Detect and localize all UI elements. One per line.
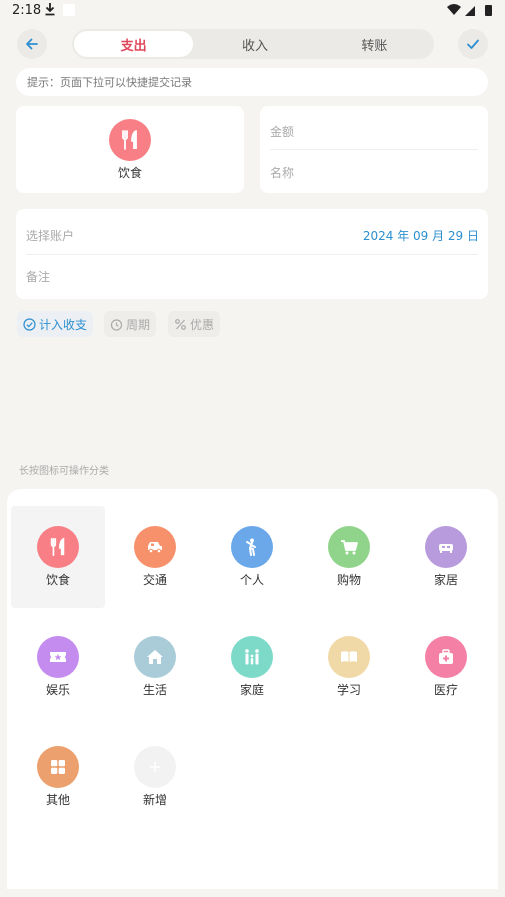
- name-input[interactable]: 名称: [270, 164, 478, 181]
- add-category-button[interactable]: 新增: [108, 726, 202, 828]
- tab-income[interactable]: 收入: [195, 29, 314, 59]
- sofa-icon: [439, 544, 453, 553]
- category-label: 其他: [45, 793, 70, 807]
- category-home[interactable]: 家居: [399, 506, 493, 608]
- medical-kit-icon: [439, 649, 453, 664]
- include-in-stats-chip[interactable]: 计入收支: [17, 311, 94, 337]
- system-status-icons: [447, 4, 492, 16]
- battery-icon: [485, 5, 492, 16]
- signal-icon: [465, 6, 475, 16]
- category-icon-bg: [328, 526, 370, 568]
- note-input[interactable]: 备注: [26, 268, 478, 285]
- category-other[interactable]: 其他: [11, 726, 105, 828]
- pull-hint: 提示：页面下拉可以快捷提交记录: [16, 68, 488, 96]
- percent-icon: [175, 318, 186, 330]
- category-label: 饮食: [45, 573, 70, 587]
- family-icon: [245, 649, 259, 665]
- ticket-icon: [50, 652, 66, 662]
- divider: [270, 149, 478, 150]
- status-time: 2:18: [12, 3, 42, 18]
- person-icon: [246, 538, 256, 556]
- category-label: 学习: [336, 683, 361, 697]
- category-icon-bg: [328, 636, 370, 678]
- category-label: 交通: [142, 573, 167, 587]
- grid-icon: [51, 760, 65, 774]
- tab-expense[interactable]: 支出: [74, 31, 194, 57]
- book-icon: [341, 651, 357, 662]
- cart-icon: [341, 540, 358, 555]
- notification-icon: [63, 4, 75, 16]
- selected-category-card[interactable]: 饮食: [16, 106, 244, 193]
- amount-input[interactable]: 金额: [270, 123, 478, 140]
- chip-label: 周期: [126, 317, 151, 332]
- wifi-icon: [447, 4, 461, 15]
- category-label: 生活: [142, 683, 167, 697]
- recurring-chip[interactable]: 周期: [104, 311, 157, 337]
- category-shopping[interactable]: 购物: [302, 506, 396, 608]
- category-label: 新增: [142, 793, 167, 807]
- divider: [26, 254, 478, 255]
- category-label: 医疗: [433, 683, 458, 697]
- category-panel: 饮食 交通 个人 购物 家居 娱乐 生活 家庭 学习 医疗 其他 新增: [7, 489, 498, 889]
- category-medical[interactable]: 医疗: [399, 616, 493, 718]
- discount-chip[interactable]: 优惠: [168, 311, 221, 337]
- check-icon: [467, 39, 479, 49]
- timer-icon: [110, 318, 123, 331]
- category-transport[interactable]: 交通: [108, 506, 202, 608]
- category-icon-bg: [37, 746, 79, 788]
- car-icon: [148, 542, 162, 554]
- category-icon-bg: [37, 636, 79, 678]
- date-picker[interactable]: 2024 年 09 月 29 日: [363, 227, 479, 244]
- amount-card: 金额 名称: [260, 106, 488, 193]
- category-icon-bg: [425, 636, 467, 678]
- category-label: 家庭: [239, 683, 264, 697]
- chip-label: 计入收支: [39, 317, 88, 332]
- check-circle-icon: [23, 317, 36, 331]
- selected-category-label: 饮食: [117, 166, 142, 180]
- tab-transfer[interactable]: 转账: [315, 29, 434, 59]
- fork-knife-icon: [50, 537, 65, 557]
- category-icon-bg: [231, 526, 273, 568]
- category-family[interactable]: 家庭: [205, 616, 299, 718]
- house-icon: [147, 650, 163, 664]
- confirm-button[interactable]: [458, 29, 488, 59]
- category-icon-bg: [134, 526, 176, 568]
- category-living[interactable]: 生活: [108, 616, 202, 718]
- account-card: 选择账户 2024 年 09 月 29 日 备注: [16, 209, 488, 299]
- type-tabs: 支出 收入 转账: [72, 29, 434, 59]
- download-icon: [45, 3, 55, 16]
- category-icon-bg: [231, 636, 273, 678]
- category-icon-bg: [134, 636, 176, 678]
- plus-icon: [150, 762, 160, 772]
- category-icon-bg: [134, 746, 176, 788]
- fork-knife-icon: [122, 130, 137, 150]
- category-icon-bg: [425, 526, 467, 568]
- category-food[interactable]: 饮食: [11, 506, 105, 608]
- category-entertainment[interactable]: 娱乐: [11, 616, 105, 718]
- category-icon-bg: [37, 526, 79, 568]
- selected-category-icon: [109, 119, 151, 161]
- category-study[interactable]: 学习: [302, 616, 396, 718]
- arrow-left-icon: [26, 38, 38, 50]
- category-personal[interactable]: 个人: [205, 506, 299, 608]
- category-label: 娱乐: [45, 683, 70, 697]
- back-button[interactable]: [17, 29, 47, 59]
- category-label: 家居: [433, 573, 458, 587]
- chip-label: 优惠: [190, 317, 215, 332]
- category-label: 个人: [239, 573, 264, 587]
- category-hint: 长按图标可操作分类: [19, 466, 109, 477]
- category-label: 购物: [336, 573, 361, 587]
